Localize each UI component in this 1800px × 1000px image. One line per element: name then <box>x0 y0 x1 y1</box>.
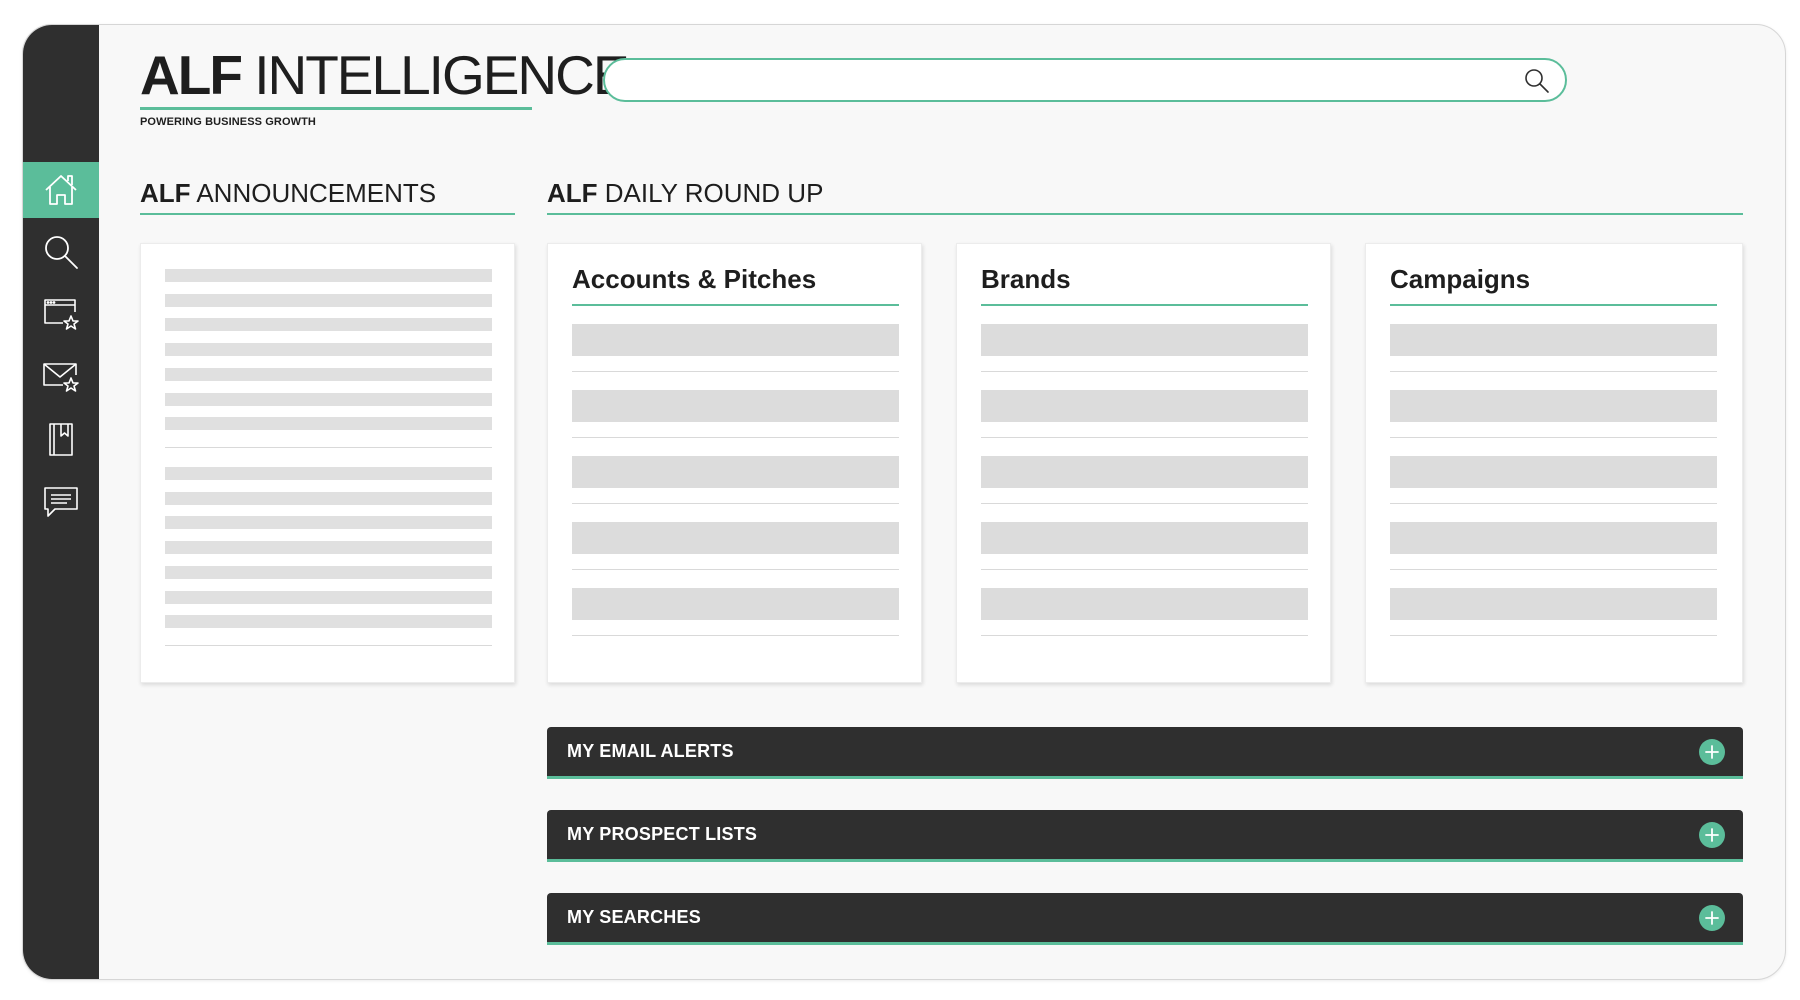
announcements-heading-light: ANNOUNCEMENTS <box>196 178 437 208</box>
logo-brand-light: INTELLIGENCE <box>254 44 629 106</box>
roundup-heading-bold: ALF <box>547 178 598 208</box>
placeholder-bar <box>1390 456 1717 488</box>
announcements-heading: ALF ANNOUNCEMENTS <box>140 178 436 209</box>
search-icon <box>45 236 78 269</box>
card-title-underline <box>1390 304 1717 306</box>
separator <box>572 635 899 636</box>
placeholder-line <box>165 417 492 430</box>
separator <box>981 437 1308 438</box>
roundup-card-accounts-pitches[interactable]: Accounts & Pitches <box>547 243 922 683</box>
placeholder-bar <box>572 522 899 554</box>
logo-title: ALF INTELLIGENCE <box>140 44 630 106</box>
placeholder-line <box>165 343 492 356</box>
separator <box>1390 437 1717 438</box>
placeholder-bar <box>981 390 1308 422</box>
sidebar-item-bookmarks[interactable] <box>23 411 99 467</box>
placeholder-bar <box>981 522 1308 554</box>
placeholder-line <box>165 492 492 505</box>
placeholder-line <box>165 467 492 480</box>
placeholder-line <box>165 541 492 554</box>
placeholder-bar <box>572 390 899 422</box>
placeholder-line <box>165 566 492 579</box>
roundup-heading: ALF DAILY ROUND UP <box>547 178 823 209</box>
announcements-divider <box>140 213 515 215</box>
placeholder-bar <box>1390 522 1717 554</box>
placeholder-line <box>165 368 492 381</box>
separator <box>1390 569 1717 570</box>
search-icon[interactable] <box>1523 67 1551 95</box>
placeholder-line <box>165 294 492 307</box>
separator <box>981 569 1308 570</box>
card-title-underline <box>981 304 1308 306</box>
logo-brand-bold: ALF <box>140 44 243 106</box>
separator <box>981 371 1308 372</box>
roundup-divider <box>547 213 1743 215</box>
separator <box>1390 371 1717 372</box>
placeholder-line <box>165 516 492 529</box>
card-title: Campaigns <box>1390 264 1531 294</box>
placeholder-bar <box>1390 588 1717 620</box>
logo-tagline: POWERING BUSINESS GROWTH <box>140 116 316 128</box>
placeholder-bar <box>572 324 899 356</box>
roundup-heading-light: DAILY ROUND UP <box>604 178 824 208</box>
search-bar <box>603 58 1567 102</box>
placeholder-bar <box>981 588 1308 620</box>
placeholder-line <box>165 318 492 331</box>
placeholder-bar <box>572 456 899 488</box>
separator <box>1390 503 1717 504</box>
placeholder-bar <box>981 324 1308 356</box>
accordion-prospect-lists[interactable]: MY PROSPECT LISTS <box>547 810 1743 862</box>
chat-bubble-icon <box>44 487 78 517</box>
separator <box>981 503 1308 504</box>
separator <box>572 569 899 570</box>
logo-underline <box>140 107 532 110</box>
accordion-label: MY EMAIL ALERTS <box>567 741 734 761</box>
separator <box>1390 635 1717 636</box>
separator <box>572 503 899 504</box>
announcements-card <box>140 243 515 683</box>
sidebar <box>23 25 99 979</box>
search-input[interactable] <box>623 66 1503 94</box>
placeholder-line <box>165 615 492 628</box>
app-logo[interactable]: ALF INTELLIGENCE POWERING BUSINESS GROWT… <box>140 44 630 128</box>
separator <box>165 447 492 448</box>
separator <box>165 645 492 646</box>
accordion-label: MY PROSPECT LISTS <box>567 824 758 844</box>
placeholder-line <box>165 393 492 406</box>
placeholder-line <box>165 591 492 604</box>
app-window: ALF INTELLIGENCE POWERING BUSINESS GROWT… <box>22 24 1786 980</box>
mail-star-icon <box>43 363 79 392</box>
card-title: Accounts & Pitches <box>572 264 817 294</box>
expand-plus-icon[interactable] <box>1699 739 1725 765</box>
browser-star-icon <box>44 299 79 330</box>
sidebar-item-home[interactable] <box>23 162 99 218</box>
expand-plus-icon[interactable] <box>1699 822 1725 848</box>
placeholder-bar <box>1390 324 1717 356</box>
placeholder-bar <box>981 456 1308 488</box>
sidebar-item-search[interactable] <box>23 224 99 280</box>
accordion-searches[interactable]: MY SEARCHES <box>547 893 1743 945</box>
placeholder-bar <box>1390 390 1717 422</box>
home-icon <box>45 175 77 205</box>
card-title-underline <box>572 304 899 306</box>
accordion-email-alerts[interactable]: MY EMAIL ALERTS <box>547 727 1743 779</box>
card-title: Brands <box>981 264 1071 294</box>
sidebar-item-messages[interactable] <box>23 474 99 530</box>
bookmark-book-icon <box>49 423 73 456</box>
sidebar-item-email-alerts[interactable] <box>23 348 99 404</box>
separator <box>981 635 1308 636</box>
separator <box>572 437 899 438</box>
placeholder-bar <box>572 588 899 620</box>
sidebar-item-saved-pages[interactable] <box>23 286 99 342</box>
announcements-heading-bold: ALF <box>140 178 191 208</box>
roundup-card-brands[interactable]: Brands <box>956 243 1331 683</box>
expand-plus-icon[interactable] <box>1699 905 1725 931</box>
accordion-label: MY SEARCHES <box>567 907 701 927</box>
separator <box>572 371 899 372</box>
roundup-card-campaigns[interactable]: Campaigns <box>1365 243 1743 683</box>
placeholder-line <box>165 269 492 282</box>
